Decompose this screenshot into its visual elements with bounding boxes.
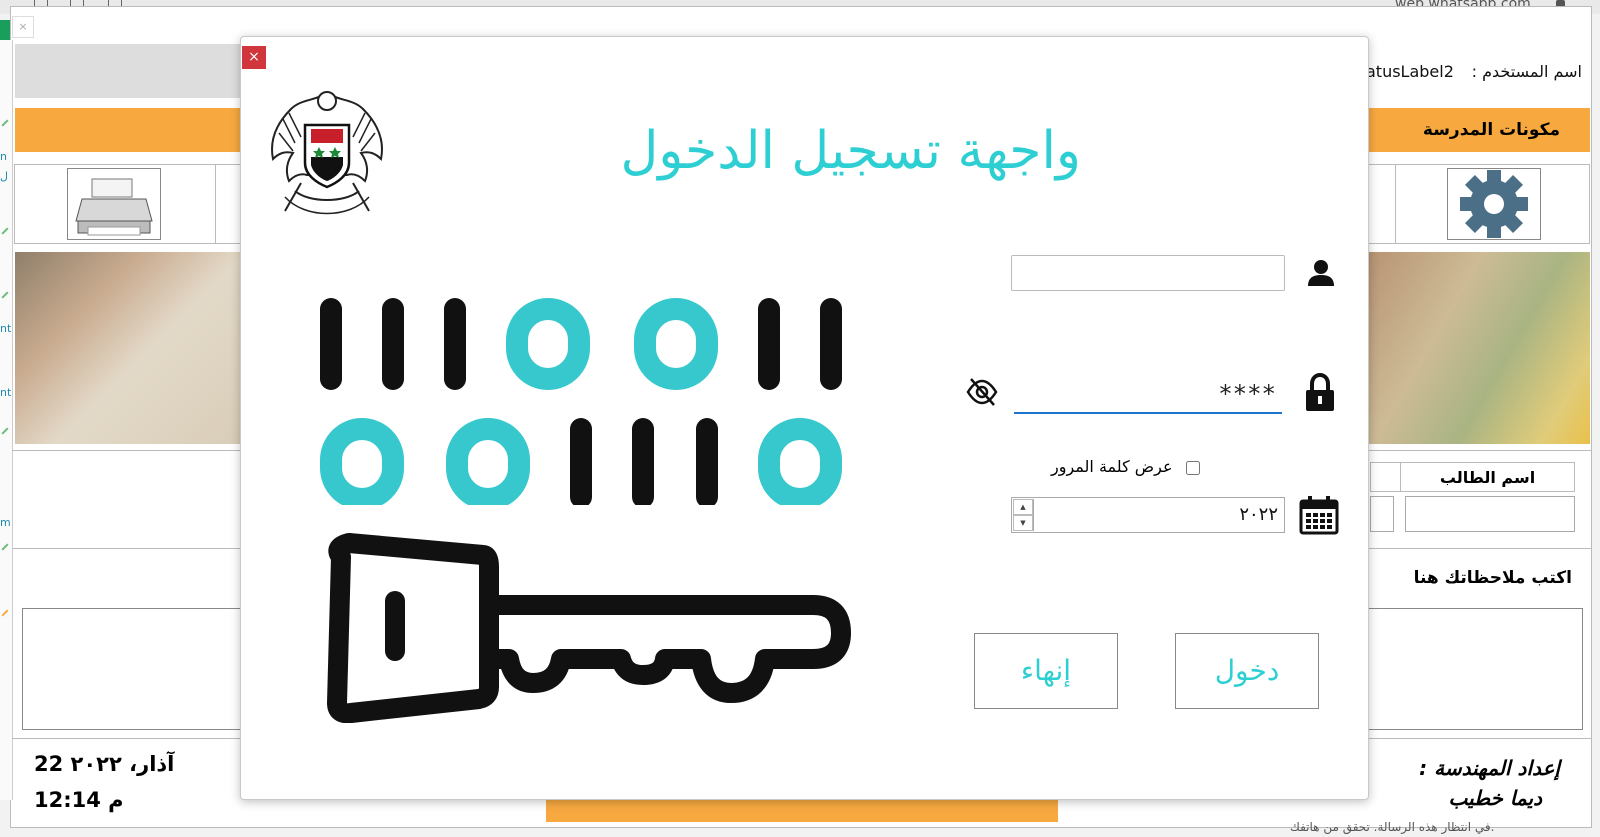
lock-icon: [1306, 373, 1334, 411]
strip-text: ل: [0, 170, 8, 183]
toolbar-row: [14, 164, 244, 244]
time-display: 12:14 م: [34, 788, 124, 812]
settings-button[interactable]: [1447, 168, 1541, 240]
username-label: اسم المستخدم :: [1471, 62, 1582, 81]
show-password-checkbox[interactable]: [1185, 460, 1200, 475]
emblem-icon: [271, 91, 383, 215]
strip-text: nt: [0, 386, 12, 399]
key-icon: [327, 533, 851, 723]
eye-slash-icon[interactable]: [965, 377, 999, 407]
notes-label: اكتب ملاحظاتك هنا: [1413, 568, 1572, 588]
year-value: ٢٠٢٢: [1239, 504, 1278, 525]
year-spinner[interactable]: ▲ ▼ ٢٠٢٢: [1011, 497, 1285, 533]
dialog-close-button[interactable]: ×: [242, 46, 266, 69]
whatsapp-notice: في انتظار هذه الرسالة. تحقق من هاتفك.: [1290, 820, 1495, 834]
login-dialog: × واجهة تسجيل الدخول **** عرض كلمة المرو…: [240, 36, 1369, 800]
student-name-label: اسم الطالب: [1400, 462, 1575, 492]
exit-button[interactable]: إنهاء: [974, 633, 1118, 709]
strip-text: n: [0, 150, 7, 163]
student-field[interactable]: [1370, 496, 1394, 532]
show-password-toggle[interactable]: عرض كلمة المرور: [1051, 457, 1200, 476]
green-edge: [0, 20, 10, 40]
dialog-title: واجهة تسجيل الدخول: [620, 121, 1081, 181]
top-panel: [15, 44, 245, 98]
login-button[interactable]: دخول: [1175, 633, 1319, 709]
print-button[interactable]: [67, 168, 161, 240]
school-photo-left: [15, 252, 245, 444]
student-header-cell: [1370, 462, 1400, 492]
password-input[interactable]: ****: [1014, 378, 1282, 414]
credit-name: ديما خطيب: [1448, 786, 1542, 810]
gear-icon: [1460, 170, 1528, 238]
date-display: آذار، ٢٠٢٢ 22: [34, 752, 175, 776]
status-label: atusLabel2: [1366, 62, 1454, 81]
school-components-title: مكونات المدرسة: [1422, 120, 1560, 140]
spin-down-button[interactable]: ▼: [1013, 515, 1033, 531]
binary-art: [320, 298, 842, 505]
strip-text: nt: [0, 322, 12, 335]
credit-label: إعداد المهندسة :: [1419, 756, 1560, 780]
spin-up-button[interactable]: ▲: [1013, 499, 1033, 515]
student-name-input[interactable]: [1405, 496, 1575, 532]
username-input[interactable]: [1011, 255, 1285, 291]
notes-textarea[interactable]: [1366, 608, 1583, 730]
user-icon: [1308, 260, 1334, 286]
toolbar-row: [1366, 164, 1590, 244]
school-photo-right: [1366, 252, 1590, 444]
strip-text: m: [0, 516, 11, 529]
printer-icon: [75, 178, 153, 236]
app-close-button[interactable]: ×: [12, 16, 34, 38]
header-bar: [15, 108, 245, 152]
calendar-icon: [1299, 496, 1339, 535]
show-password-label: عرض كلمة المرور: [1051, 457, 1173, 476]
spinner-buttons: ▲ ▼: [1013, 499, 1034, 531]
notes-textarea[interactable]: [22, 608, 263, 730]
